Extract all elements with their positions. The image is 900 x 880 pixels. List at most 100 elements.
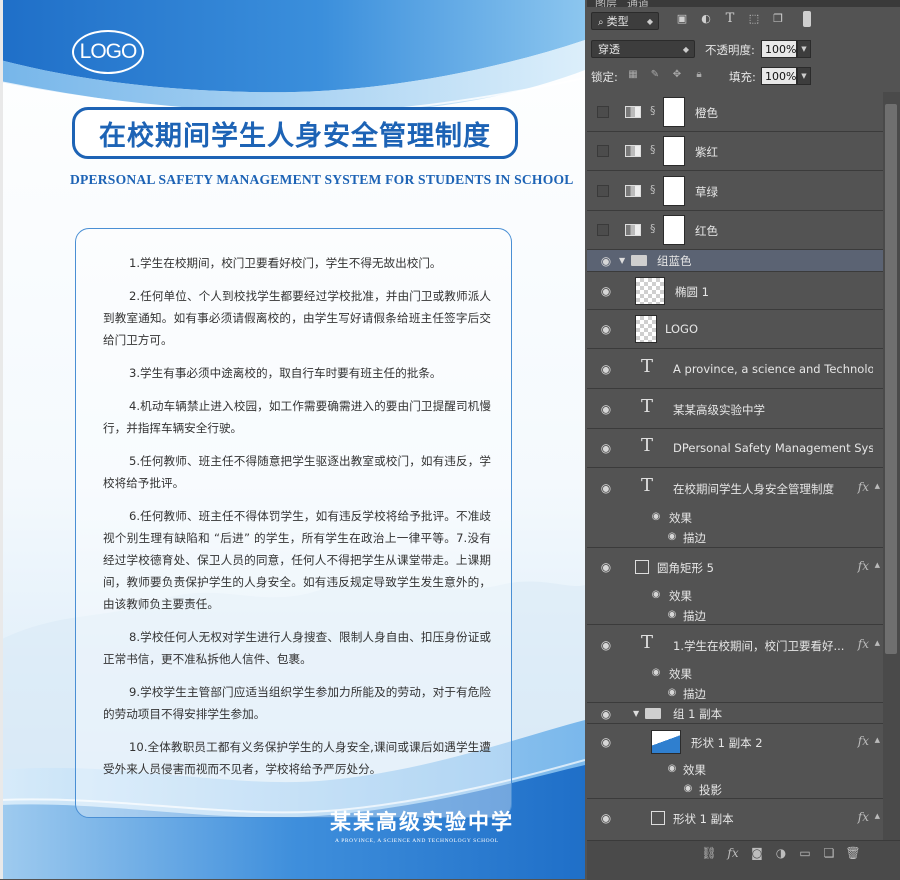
chevron-down-icon[interactable]: ▲ [875,561,880,569]
stroke-effect-row[interactable]: ◉ 描边 [587,683,883,703]
type-filter-icon[interactable]: T [723,12,737,26]
layer-group-copy[interactable]: ◉ ▼ 组 1 副本 [587,703,883,724]
eye-icon[interactable]: ◉ [599,322,613,336]
visibility-toggle[interactable] [597,224,609,236]
layers-scrollbar[interactable] [883,92,900,840]
layer-text-school[interactable]: ◉ T 某某高级实验中学 [587,389,883,429]
effects-row[interactable]: ◉ 效果 [587,508,883,527]
layer-logo[interactable]: ◉ LOGO [587,310,883,349]
opacity-dropdown-button[interactable]: ▼ [797,40,811,58]
chevron-down-icon[interactable]: ▲ [875,482,880,490]
layer-group-blue[interactable]: ◉ ▼ 组蓝色 [587,250,883,272]
eye-icon[interactable]: ◉ [665,686,679,700]
stroke-effect-row[interactable]: ◉ 描边 [587,605,883,625]
layer-text-dpersonal[interactable]: ◉ T DPersonal Safety Management Syste... [587,429,883,468]
mask-thumbnail [663,215,685,245]
layer-text-rules[interactable]: ◉ T 1.学生在校期间，校门卫要看好... fx ▲ [587,625,883,664]
eye-icon[interactable]: ◉ [599,481,613,495]
chevron-down-icon[interactable]: ▲ [875,639,880,647]
effects-row[interactable]: ◉ 效果 [587,586,883,605]
panel-tabs: 图层 通道 [587,0,900,7]
fx-icon[interactable]: fx [858,637,869,651]
fill-dropdown-button[interactable]: ▼ [797,67,811,85]
fx-icon[interactable]: fx [858,480,869,494]
effects-row[interactable]: ◉ 效果 [587,664,883,683]
layer-thumbnail [635,277,665,305]
layer-shape-copy-2[interactable]: ◉ 形状 1 副本 2 fx ▲ [587,724,883,760]
trash-icon[interactable]: 🗑︎ [845,845,861,861]
chevron-down-icon[interactable]: ▲ [875,812,880,820]
layer-shape-copy[interactable]: ◉ 形状 1 副本 fx ▲ [587,799,883,840]
add-style-icon[interactable]: fx [725,845,741,861]
visibility-toggle[interactable] [597,106,609,118]
tab-channels[interactable]: 通道 [627,0,649,7]
new-group-icon[interactable]: ▭ [797,845,813,861]
visibility-toggle[interactable] [597,185,609,197]
layer-name: 椭圆 1 [675,285,709,299]
blend-mode-select[interactable]: 穿透 ◆ [591,40,695,58]
expand-triangle-icon[interactable]: ▼ [633,709,639,718]
eye-icon[interactable]: ◉ [599,254,613,268]
visibility-toggle[interactable] [597,145,609,157]
layer-thumbnail [651,730,681,754]
eye-icon[interactable]: ◉ [665,762,679,776]
layer-rounded-rect[interactable]: ◉ 圆角矩形 5 fx ▲ [587,548,883,586]
blend-mode-value: 穿透 [598,43,620,56]
layer-ellipse[interactable]: ◉ 椭圆 1 [587,272,883,310]
eye-icon[interactable]: ◉ [599,560,613,574]
layer-red[interactable]: § 红色 [587,211,883,250]
link-layers-icon[interactable]: ⛓︎ [701,845,717,861]
eye-icon[interactable]: ◉ [599,811,613,825]
adjustment-filter-icon[interactable]: ◐ [699,12,713,26]
fx-icon[interactable]: fx [858,559,869,573]
shape-filter-icon[interactable]: ⬚ [747,12,761,26]
new-adjustment-icon[interactable]: ◑ [773,845,789,861]
shape-layer-icon [651,811,665,825]
eye-icon[interactable]: ◉ [599,362,613,376]
lock-paint-icon[interactable]: ✎ [649,69,661,81]
stroke-label: 描边 [683,609,706,623]
eye-icon[interactable]: ◉ [649,510,663,524]
layer-text-province[interactable]: ◉ T A province, a science and Technology… [587,349,883,389]
logo-badge: LOGO [72,30,144,74]
layer-purple-red[interactable]: § 紫红 [587,132,883,171]
stroke-effect-row[interactable]: ◉ 描边 [587,527,883,548]
add-mask-icon[interactable]: ◙ [749,845,765,861]
new-layer-icon[interactable]: ❏ [821,845,837,861]
lock-position-icon[interactable]: ✥ [671,69,683,81]
layer-orange[interactable]: § 橙色 [587,92,883,132]
eye-icon[interactable]: ◉ [599,402,613,416]
fx-icon[interactable]: fx [858,734,869,748]
tab-layers[interactable]: 图层 [595,0,617,7]
eye-icon[interactable]: ◉ [649,666,663,680]
eye-icon[interactable]: ◉ [665,530,679,544]
eye-icon[interactable]: ◉ [599,735,613,749]
stroke-label: 描边 [683,531,706,545]
fx-icon[interactable]: fx [858,810,869,824]
fill-input[interactable]: 100% [761,67,797,85]
layer-grass-green[interactable]: § 草绿 [587,171,883,211]
eye-icon[interactable]: ◉ [599,441,613,455]
search-icon: ⌕ [598,17,604,28]
shadow-effect-row[interactable]: ◉ 投影 [587,779,883,799]
layer-name: 在校期间学生人身安全管理制度 [673,482,834,496]
eye-icon[interactable]: ◉ [599,284,613,298]
eye-icon[interactable]: ◉ [599,707,613,721]
opacity-input[interactable]: 100% [761,40,797,58]
filter-toggle[interactable] [803,11,811,27]
smart-object-filter-icon[interactable]: ❐ [771,12,785,26]
effects-row[interactable]: ◉ 效果 [587,760,883,779]
chevron-down-icon[interactable]: ▲ [875,736,880,744]
scrollbar-thumb[interactable] [885,104,897,654]
expand-triangle-icon[interactable]: ▼ [619,256,625,265]
pixel-filter-icon[interactable]: ▣ [675,12,689,26]
eye-icon[interactable]: ◉ [649,588,663,602]
lock-all-icon[interactable]: 🔒︎ [693,69,705,81]
eye-icon[interactable]: ◉ [599,638,613,652]
layer-text-title[interactable]: ◉ T 在校期间学生人身安全管理制度 fx ▲ [587,468,883,508]
filter-type-select[interactable]: ⌕ 类型 ◆ [591,12,659,30]
lock-transparency-icon[interactable]: ▦ [627,69,639,81]
layer-name: 红色 [695,224,718,238]
eye-icon[interactable]: ◉ [681,782,695,796]
eye-icon[interactable]: ◉ [665,608,679,622]
